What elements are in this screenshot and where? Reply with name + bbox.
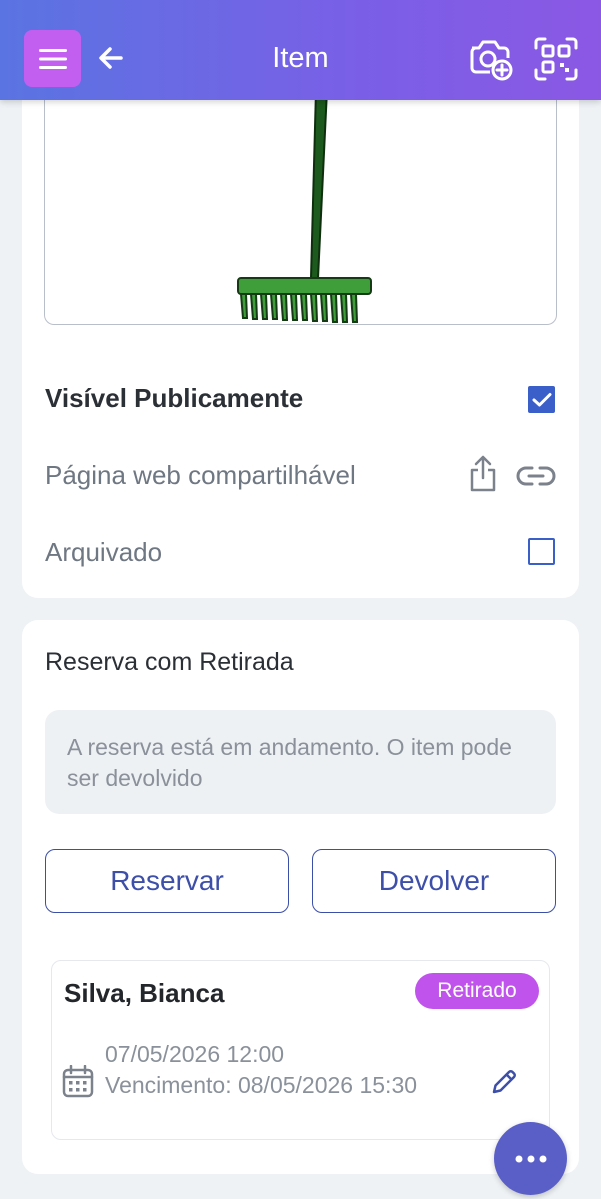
- more-actions-button[interactable]: [494, 1122, 567, 1195]
- return-button[interactable]: Devolver: [312, 849, 556, 913]
- booking-entry[interactable]: Silva, Bianca Retirado 07/05/2026 12:00 …: [51, 960, 550, 1140]
- edit-booking-button[interactable]: [489, 1067, 519, 1097]
- visible-publicly-checkbox[interactable]: [528, 386, 555, 413]
- rake-image: [237, 90, 372, 323]
- qr-scan-icon: [534, 37, 578, 81]
- item-details-card: Visível Publicamente Página web comparti…: [22, 60, 579, 598]
- archived-label: Arquivado: [45, 537, 163, 567]
- booking-start: 07/05/2026 12:00: [105, 1041, 285, 1067]
- check-icon: [532, 392, 551, 406]
- status-badge: Retirado: [415, 973, 539, 1009]
- more-horizontal-icon: [515, 1155, 546, 1162]
- link-icon: [516, 466, 556, 486]
- item-image[interactable]: [44, 90, 557, 325]
- booking-dates: 07/05/2026 12:00 Vencimento: 08/05/2026 …: [105, 1039, 425, 1101]
- booking-due: Vencimento: 08/05/2026 15:30: [105, 1072, 418, 1098]
- reservation-card: Reserva com Retirada A reserva está em a…: [22, 620, 579, 1174]
- visible-publicly-label: Visível Publicamente: [45, 383, 304, 413]
- app-header: Item: [0, 0, 601, 100]
- archived-checkbox[interactable]: [528, 538, 555, 565]
- calendar-icon: [62, 1065, 94, 1098]
- reserve-button[interactable]: Reservar: [45, 849, 289, 913]
- qr-scan-button[interactable]: [533, 36, 579, 82]
- reservation-title: Reserva com Retirada: [45, 648, 294, 676]
- share-icon: [470, 455, 496, 492]
- booking-name: Silva, Bianca: [64, 978, 225, 1008]
- pencil-icon: [492, 1070, 516, 1094]
- share-button[interactable]: [468, 454, 498, 494]
- reservation-info: A reserva está em andamento. O item pode…: [45, 710, 556, 814]
- shareable-webpage-label: Página web compartilhável: [45, 460, 356, 490]
- copy-link-button[interactable]: [516, 463, 556, 489]
- add-photo-button[interactable]: [466, 36, 514, 82]
- camera-add-icon: [470, 40, 513, 81]
